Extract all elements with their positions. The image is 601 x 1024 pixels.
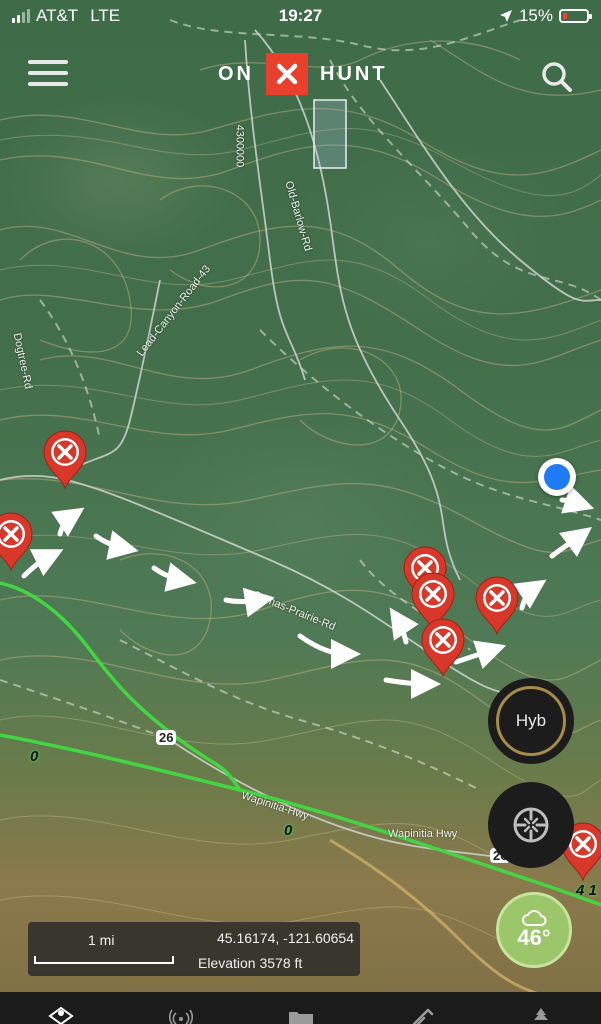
weather-widget[interactable]: 46° <box>496 892 572 968</box>
scale-bar <box>34 956 174 964</box>
arrow-icon <box>549 527 593 559</box>
waypoint-pin-icon[interactable] <box>42 430 88 490</box>
locate-button[interactable] <box>488 782 574 868</box>
battery-icon <box>559 9 592 23</box>
layer-toggle-label: Hyb <box>496 686 566 756</box>
arrow-icon <box>51 507 85 537</box>
battery-percent: 15% <box>518 6 553 25</box>
waypoint-pin-icon[interactable] <box>474 576 520 636</box>
tools-icon[interactable] <box>406 1006 436 1024</box>
status-right: 15% <box>499 6 592 26</box>
waypoint-pin-icon[interactable] <box>420 618 466 678</box>
scale-label: 1 mi <box>88 932 115 948</box>
arrow-icon <box>513 579 547 611</box>
coordinates: 45.16174, -121.60654 <box>216 930 354 946</box>
status-bar: AT&T LTE 19:27 15% <box>0 0 601 34</box>
elevation: Elevation 3578 ft <box>198 955 303 971</box>
map-view[interactable]: 4300000 Old-Barlow-Rd Lead-Canyon-Road-4… <box>0 0 601 1024</box>
layer-toggle-button[interactable]: Hyb <box>488 678 574 764</box>
forest-icon[interactable] <box>526 1006 556 1024</box>
waypoint-pin-icon[interactable] <box>0 512 34 572</box>
logo-text-left: ON <box>218 62 254 85</box>
arrow-icon <box>151 562 197 592</box>
arrow-icon <box>223 587 275 618</box>
user-location-dot[interactable] <box>538 458 576 496</box>
onx-hunt-logo: ON HUNT <box>218 53 388 95</box>
logo-x-icon <box>266 53 308 95</box>
scale-coordinates-panel: 1 mi 45.16174, -121.60654 Elevation 3578… <box>28 922 360 976</box>
location-arrow-icon <box>499 10 512 22</box>
temperature: 46° <box>517 925 551 950</box>
folder-icon[interactable] <box>286 1006 316 1024</box>
movement-arrows <box>21 485 595 699</box>
compass-target-icon <box>513 807 549 843</box>
search-icon[interactable] <box>540 60 574 94</box>
arrow-icon <box>559 485 595 514</box>
map-icon[interactable] <box>46 1006 76 1024</box>
logo-text-right: HUNT <box>320 62 388 85</box>
tracker-icon[interactable] <box>166 1006 196 1024</box>
bottom-nav <box>0 992 601 1024</box>
arrow-icon <box>297 633 361 669</box>
arrow-icon <box>383 668 441 699</box>
arrow-icon <box>389 607 419 645</box>
arrow-icon <box>93 530 139 560</box>
hamburger-icon[interactable] <box>28 60 68 92</box>
